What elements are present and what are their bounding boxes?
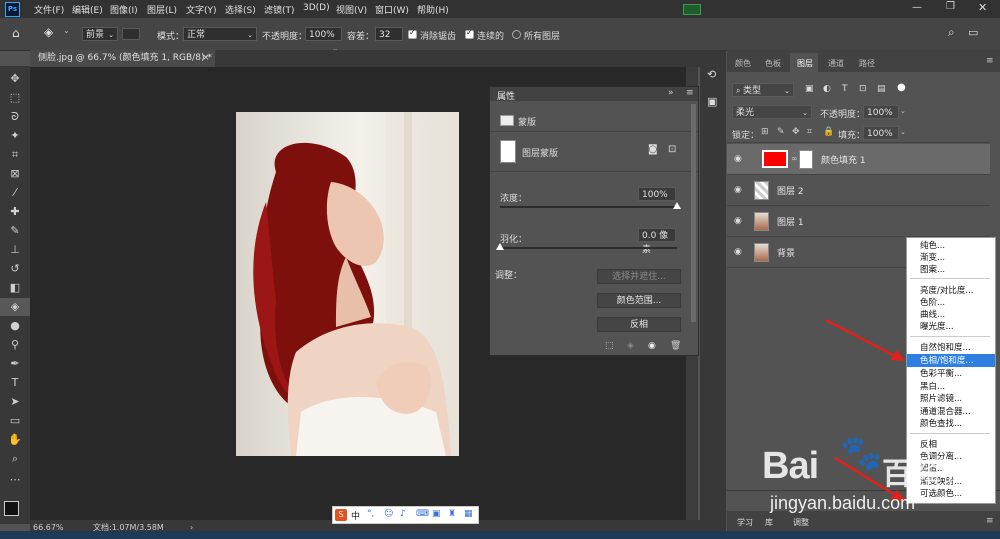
baidu-watermark: Bai 🐾 百 经验 jingyan.baidu.com [750, 433, 995, 517]
watermark-brand-cn: 百 [882, 457, 912, 492]
annotation-arrow [825, 318, 898, 359]
watermark-jingyan: 经验 [915, 457, 968, 487]
taskbar [0, 531, 1000, 539]
watermark-brand: Bai [762, 445, 819, 487]
watermark-url: jingyan.baidu.com [770, 493, 916, 513]
paw-logo-icon: 🐾 [840, 433, 883, 473]
